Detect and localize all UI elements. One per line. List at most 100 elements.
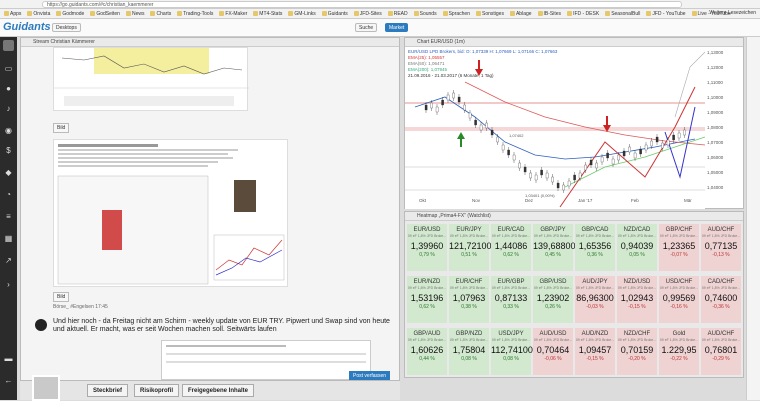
heatmap-cell[interactable]: Gold 09 eF 1,8% JFD Broke... 1.229,95 -0,22… bbox=[659, 328, 699, 375]
legend-range: 21.09.2016 - 21.03.2017 (6 Monate, 1 Tag… bbox=[408, 73, 494, 78]
heatmap-cell[interactable]: NZD/CAD 09 eF 1,8% JFD Broke... 0,94039 0,0… bbox=[617, 224, 657, 271]
sidebar-expand-icon[interactable]: › bbox=[3, 279, 14, 290]
url-field[interactable]: https://go.guidants.com/#c/christian_kae… bbox=[42, 1, 682, 8]
bookmark-15[interactable]: Sonstiges bbox=[474, 11, 506, 17]
post-image-chart[interactable] bbox=[53, 47, 249, 111]
green-arrow-stem bbox=[460, 139, 462, 147]
cell-symbol: NZD/CHF bbox=[623, 331, 651, 337]
bookmark-13[interactable]: Sounds bbox=[412, 11, 439, 17]
chart-panel: Chart EUR/USD (1m) 1,07402 1,03401 (0,00%… bbox=[404, 37, 744, 209]
desktop-button[interactable]: Desktops bbox=[52, 23, 81, 32]
bookmark-label: MT4-Stats bbox=[259, 10, 283, 17]
heatmap-cell[interactable]: NZD/USD 09 eF 1,8% JFD Broke... 1,02943 -0,… bbox=[617, 276, 657, 323]
cell-subline: 09 eF 1,8% JFD Broke... bbox=[701, 286, 741, 290]
bookmark-16[interactable]: Ablage bbox=[508, 11, 534, 17]
search-button[interactable]: Suche bbox=[355, 23, 378, 32]
heatmap-cell[interactable]: NZD/CHF 09 eF 1,8% JFD Broke... 0,70159 -0,… bbox=[617, 328, 657, 375]
bookmark-2[interactable]: Godmode bbox=[54, 11, 86, 17]
heatmap-cell[interactable]: CAD/CHF 09 eF 1,8% JFD Broke... 0,74600 -0,… bbox=[701, 276, 741, 323]
pie-icon[interactable]: ◔ bbox=[3, 189, 14, 200]
dollar-icon[interactable]: $ bbox=[3, 145, 14, 156]
tab-freigegebene-inhalte[interactable]: Freigegebene Inhalte bbox=[182, 384, 255, 397]
cell-price: 1,23365 bbox=[662, 241, 696, 251]
time-tick: Mär bbox=[684, 198, 692, 203]
heatmap-cell[interactable]: AUD/CHF 09 eF 1,8% JFD Broke... 0,77135 -0,… bbox=[701, 224, 741, 271]
heatmap-cell[interactable]: EUR/NZD 09 eF 1,8% JFD Broke... 1,53196 0,6… bbox=[407, 276, 447, 323]
bookmark-3[interactable]: GodSeiten bbox=[88, 11, 122, 17]
heatmap-cell[interactable]: GBP/USD 09 eF 1,8% JFD Broke... 1,23902 0,2… bbox=[533, 276, 573, 323]
eye-icon[interactable]: ◉ bbox=[3, 125, 14, 136]
cell-price: 1,44086 bbox=[494, 241, 528, 251]
bookmark-17[interactable]: IB-Sites bbox=[536, 11, 564, 17]
bookmark-14[interactable]: Sprachen bbox=[441, 11, 472, 17]
author-avatar[interactable] bbox=[35, 319, 47, 331]
bookmark-7[interactable]: FX-Maker bbox=[217, 11, 249, 17]
folder-icon[interactable]: ▬ bbox=[3, 353, 14, 364]
folder-icon bbox=[509, 11, 515, 16]
bookmark-4[interactable]: News bbox=[124, 11, 147, 17]
guidants-logo[interactable]: Guidants bbox=[3, 21, 51, 33]
bookmark-20[interactable]: JFD - YouTube bbox=[644, 11, 687, 17]
cell-change: -0,15 % bbox=[628, 304, 646, 310]
bookmark-9[interactable]: GM-Links bbox=[286, 11, 317, 17]
bell-icon[interactable]: ♪ bbox=[3, 103, 14, 114]
heatmap-cell[interactable]: AUD/USD 09 eF 1,8% JFD Broke... 0,70464 -0,… bbox=[533, 328, 573, 375]
heatmap-cell[interactable]: AUD/JPY 09 eF 1,8% JFD Broke... 86,96300 -0… bbox=[575, 276, 615, 323]
profile-avatar[interactable] bbox=[32, 375, 60, 401]
heatmap-cell[interactable]: EUR/GBP 09 eF 1,8% JFD Broke... 0,87133 0,3… bbox=[491, 276, 531, 323]
bookmark-label: JFD-Sites bbox=[359, 10, 382, 17]
heatmap-cell[interactable]: AUD/NZD 09 eF 1,8% JFD Broke... 1,09457 -0,… bbox=[575, 328, 615, 375]
stream-feed[interactable]: Bild Bild Börse_ #Engelsen 17:45 Und hie… bbox=[21, 47, 399, 380]
grid-icon[interactable]: ▦ bbox=[3, 233, 14, 244]
list-icon[interactable]: ≡ bbox=[3, 211, 14, 222]
cell-subline: 09 eF 1,8% JFD Broke... bbox=[407, 286, 447, 290]
bookmark-10[interactable]: Guidants bbox=[320, 11, 350, 17]
heatmap-cell[interactable]: USD/CHF 09 eF 1,8% JFD Broke... 0,99569 -0,… bbox=[659, 276, 699, 323]
right-scroll-strip[interactable] bbox=[746, 37, 760, 400]
heatmap-cell[interactable]: EUR/CAD 09 eF 1,8% JFD Broke... 1,44086 0,6… bbox=[491, 224, 531, 271]
heatmap-cell[interactable]: GBP/CAD 09 eF 1,8% JFD Broke... 1,65356 0,3… bbox=[575, 224, 615, 271]
post-image-table[interactable] bbox=[53, 139, 288, 287]
person-icon[interactable]: ● bbox=[3, 83, 14, 94]
cell-subline: 09 eF 1,8% JFD Broke... bbox=[533, 286, 573, 290]
price-tick: 1,11000 bbox=[707, 80, 723, 85]
cell-symbol: NZD/USD bbox=[623, 279, 651, 285]
market-button[interactable]: Market bbox=[385, 23, 409, 32]
heatmap-cell[interactable]: GBP/CHF 09 eF 1,8% JFD Broke... 1,23365 -0,… bbox=[659, 224, 699, 271]
heatmap-cell[interactable]: GBP/AUD 09 eF 1,8% JFD Broke... 1,60626 0,4… bbox=[407, 328, 447, 375]
heatmap-cell[interactable]: EUR/JPY 09 eF 1,8% JFD Broke... 121,72100 0… bbox=[449, 224, 492, 271]
heatmap-cell[interactable]: EUR/USD 09 eF 1,8% JFD Broke... 1,39960 0,7… bbox=[407, 224, 447, 271]
bookmark-5[interactable]: Charts bbox=[148, 11, 173, 17]
monitor-icon[interactable]: ▭ bbox=[3, 63, 14, 74]
heatmap-cell[interactable]: EUR/CHF 09 eF 1,8% JFD Broke... 1,07963 0,3… bbox=[449, 276, 489, 323]
bookmark-0[interactable]: Apps bbox=[2, 11, 23, 17]
bookmark-11[interactable]: JFD-Sites bbox=[352, 11, 384, 17]
write-post-button[interactable]: Post verfassen bbox=[349, 371, 391, 380]
cell-symbol: GBP/CAD bbox=[581, 227, 609, 233]
chart-icon[interactable]: ↗ bbox=[3, 255, 14, 266]
tab-risikoprofil[interactable]: Risikoprofil bbox=[134, 384, 180, 397]
folder-icon bbox=[691, 11, 697, 16]
heatmap-cell[interactable]: USD/JPY 09 eF 1,8% JFD Broke... 112,74100 0… bbox=[491, 328, 533, 375]
heatmap-cell[interactable]: GBP/JPY 09 eF 1,8% JFD Broke... 139,68800 0… bbox=[533, 224, 576, 271]
cell-price: 0,70464 bbox=[536, 345, 570, 355]
user-avatar[interactable] bbox=[3, 40, 14, 51]
tab-steckbrief[interactable]: Steckbrief bbox=[87, 384, 129, 397]
other-bookmarks[interactable]: Weitere Lesezeichen bbox=[709, 10, 756, 16]
bookmark-19[interactable]: SeasonalBull bbox=[603, 11, 642, 17]
heatmap-cell[interactable]: GBP/NZD 09 eF 1,8% JFD Broke... 1,75804 0,0… bbox=[449, 328, 489, 375]
post-image-table-2[interactable] bbox=[161, 340, 371, 380]
cell-symbol: USD/JPY bbox=[498, 331, 524, 337]
bookmark-12[interactable]: READ bbox=[386, 11, 410, 17]
bookmark-18[interactable]: IFD - DESK bbox=[565, 11, 601, 17]
price-tick: 1,12000 bbox=[707, 65, 724, 70]
shield-icon[interactable]: ◆ bbox=[3, 167, 14, 178]
cell-subline: 09 eF 1,8% JFD Broke... bbox=[533, 338, 573, 342]
bookmark-1[interactable]: Onvista bbox=[25, 11, 52, 17]
bookmark-6[interactable]: Trading-Tools bbox=[175, 11, 215, 17]
bild-button-2[interactable]: Bild bbox=[53, 292, 70, 302]
bookmark-8[interactable]: MT4-Stats bbox=[251, 11, 284, 17]
bild-button-1[interactable]: Bild bbox=[53, 123, 70, 133]
heatmap-cell[interactable]: AUD/CHF 09 eF 1,8% JFD Broke... 0,76801 -0,… bbox=[701, 328, 741, 375]
arrow-left-icon[interactable]: ← bbox=[3, 375, 14, 386]
